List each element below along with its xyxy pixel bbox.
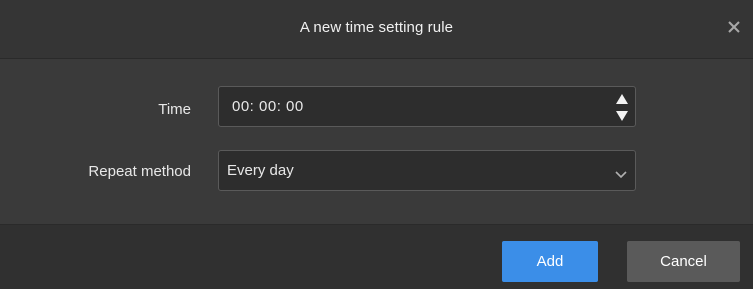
dialog-title: A new time setting rule — [299, 19, 454, 36]
dialog-title-bar: A new time setting rule — [0, 0, 753, 59]
chevron-down-icon — [615, 166, 627, 179]
time-input[interactable]: 00: 00: 00 — [218, 86, 636, 127]
time-spinner — [615, 91, 629, 123]
dialog-footer: Add Cancel — [0, 224, 753, 289]
close-icon[interactable] — [725, 18, 743, 36]
time-value: 00: 00: 00 — [232, 98, 304, 115]
time-label: Time — [158, 101, 191, 118]
repeat-method-select[interactable]: Every day — [218, 150, 636, 191]
cancel-button[interactable]: Cancel — [627, 241, 740, 282]
decrement-arrow-icon[interactable] — [615, 109, 629, 122]
add-button[interactable]: Add — [502, 241, 598, 282]
repeat-method-label: Repeat method — [88, 163, 191, 180]
repeat-method-value: Every day — [227, 162, 294, 179]
increment-arrow-icon[interactable] — [615, 93, 629, 106]
time-rule-dialog: A new time setting rule Time 00: 00: 00 … — [0, 0, 753, 289]
